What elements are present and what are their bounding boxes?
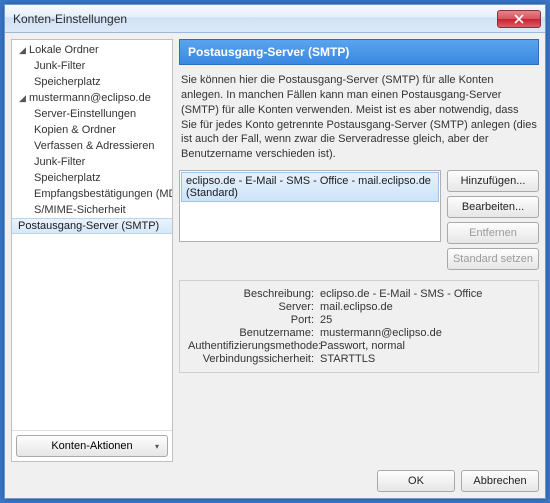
button-label: Standard setzen xyxy=(453,253,533,265)
tree-item-local-folders[interactable]: ◢Lokale Ordner xyxy=(12,42,172,58)
panel-header: Postausgang-Server (SMTP) xyxy=(179,39,539,65)
detail-row-auth: Authentifizierungsmethode: Passwort, nor… xyxy=(188,340,530,352)
tree-item-label: Junk-Filter xyxy=(34,156,85,168)
detail-value: mustermann@eclipso.de xyxy=(320,327,530,339)
tree-item-account[interactable]: ◢mustermann@eclipso.de xyxy=(12,90,172,106)
right-pane: Postausgang-Server (SMTP) Sie können hie… xyxy=(179,39,539,462)
titlebar: Konten-Einstellungen xyxy=(5,5,545,33)
tree-item-return-receipts[interactable]: Empfangsbestätigungen (MDN) xyxy=(12,186,172,202)
detail-value: mail.eclipso.de xyxy=(320,301,530,313)
detail-row-description: Beschreibung: eclipso.de - E-Mail - SMS … xyxy=(188,288,530,300)
dialog-footer: OK Abbrechen xyxy=(11,468,539,492)
close-icon xyxy=(514,14,524,24)
button-label: Hinzufügen... xyxy=(461,175,526,187)
panel-description: Sie können hier die Postausgang-Server (… xyxy=(179,65,539,170)
smtp-details-box: Beschreibung: eclipso.de - E-Mail - SMS … xyxy=(179,280,539,373)
button-label: Abbrechen xyxy=(473,475,526,487)
detail-row-security: Verbindungssicherheit: STARTTLS xyxy=(188,353,530,365)
detail-label: Server: xyxy=(188,301,320,313)
tree-item-compose-addressing[interactable]: Verfassen & Adressieren xyxy=(12,138,172,154)
account-tree-sidebar: ◢Lokale Ordner Junk-Filter Speicherplatz… xyxy=(11,39,173,462)
tree-item-label: Postausgang-Server (SMTP) xyxy=(18,220,159,232)
panel-title: Postausgang-Server (SMTP) xyxy=(188,45,349,59)
account-tree[interactable]: ◢Lokale Ordner Junk-Filter Speicherplatz… xyxy=(12,40,172,430)
detail-label: Port: xyxy=(188,314,320,326)
tree-item-label: Junk-Filter xyxy=(34,60,85,72)
smtp-server-item-label: eclipso.de - E-Mail - SMS - Office - mai… xyxy=(186,175,431,199)
button-label: OK xyxy=(408,475,424,487)
detail-value: eclipso.de - E-Mail - SMS - Office xyxy=(320,288,530,300)
detail-value: 25 xyxy=(320,314,530,326)
ok-button[interactable]: OK xyxy=(377,470,455,492)
close-button[interactable] xyxy=(497,10,541,28)
tree-item-label: Kopien & Ordner xyxy=(34,124,116,136)
detail-label: Benutzername: xyxy=(188,327,320,339)
tree-item-label: S/MIME-Sicherheit xyxy=(34,204,126,216)
remove-button[interactable]: Entfernen xyxy=(447,222,539,244)
set-default-button[interactable]: Standard setzen xyxy=(447,248,539,270)
window-title: Konten-Einstellungen xyxy=(13,12,497,26)
tree-item-label: Speicherplatz xyxy=(34,76,101,88)
edit-button[interactable]: Bearbeiten... xyxy=(447,196,539,218)
detail-label: Verbindungssicherheit: xyxy=(188,353,320,365)
cancel-button[interactable]: Abbrechen xyxy=(461,470,539,492)
tree-item-label: mustermann@eclipso.de xyxy=(29,92,151,104)
smtp-list-row: eclipso.de - E-Mail - SMS - Office - mai… xyxy=(179,170,539,270)
tree-item-label: Speicherplatz xyxy=(34,172,101,184)
detail-row-server: Server: mail.eclipso.de xyxy=(188,301,530,313)
tree-item-smtp[interactable]: Postausgang-Server (SMTP) xyxy=(12,218,172,234)
smtp-server-item[interactable]: eclipso.de - E-Mail - SMS - Office - mai… xyxy=(181,172,439,202)
tree-item-label: Server-Einstellungen xyxy=(34,108,136,120)
tree-item-storage[interactable]: Speicherplatz xyxy=(12,74,172,90)
tree-item-label: Verfassen & Adressieren xyxy=(34,140,154,152)
detail-value: STARTTLS xyxy=(320,353,530,365)
tree-item-storage2[interactable]: Speicherplatz xyxy=(12,170,172,186)
detail-row-username: Benutzername: mustermann@eclipso.de xyxy=(188,327,530,339)
smtp-button-column: Hinzufügen... Bearbeiten... Entfernen St… xyxy=(447,170,539,270)
account-actions-label: Konten-Aktionen xyxy=(51,440,132,452)
button-label: Entfernen xyxy=(469,227,517,239)
sidebar-footer: Konten-Aktionen ▾ xyxy=(12,430,172,461)
button-label: Bearbeiten... xyxy=(462,201,524,213)
tree-item-smime[interactable]: S/MIME-Sicherheit xyxy=(12,202,172,218)
tree-item-junk-filter2[interactable]: Junk-Filter xyxy=(12,154,172,170)
tree-item-label: Empfangsbestätigungen (MDN) xyxy=(34,188,172,200)
dropdown-arrow-icon: ▾ xyxy=(155,442,159,451)
settings-window: Konten-Einstellungen ◢Lokale Ordner Junk… xyxy=(4,4,546,499)
tree-item-label: Lokale Ordner xyxy=(29,44,99,56)
detail-label: Authentifizierungsmethode: xyxy=(188,340,320,352)
detail-row-port: Port: 25 xyxy=(188,314,530,326)
add-button[interactable]: Hinzufügen... xyxy=(447,170,539,192)
tree-twisty-icon: ◢ xyxy=(18,45,27,56)
main-row: ◢Lokale Ordner Junk-Filter Speicherplatz… xyxy=(11,39,539,462)
smtp-server-list[interactable]: eclipso.de - E-Mail - SMS - Office - mai… xyxy=(179,170,441,242)
detail-label: Beschreibung: xyxy=(188,288,320,300)
account-actions-button[interactable]: Konten-Aktionen ▾ xyxy=(16,435,168,457)
tree-item-junk-filter[interactable]: Junk-Filter xyxy=(12,58,172,74)
content-area: ◢Lokale Ordner Junk-Filter Speicherplatz… xyxy=(5,33,545,498)
tree-item-copies-folders[interactable]: Kopien & Ordner xyxy=(12,122,172,138)
tree-item-server-settings[interactable]: Server-Einstellungen xyxy=(12,106,172,122)
detail-value: Passwort, normal xyxy=(320,340,530,352)
tree-twisty-icon: ◢ xyxy=(18,93,27,104)
